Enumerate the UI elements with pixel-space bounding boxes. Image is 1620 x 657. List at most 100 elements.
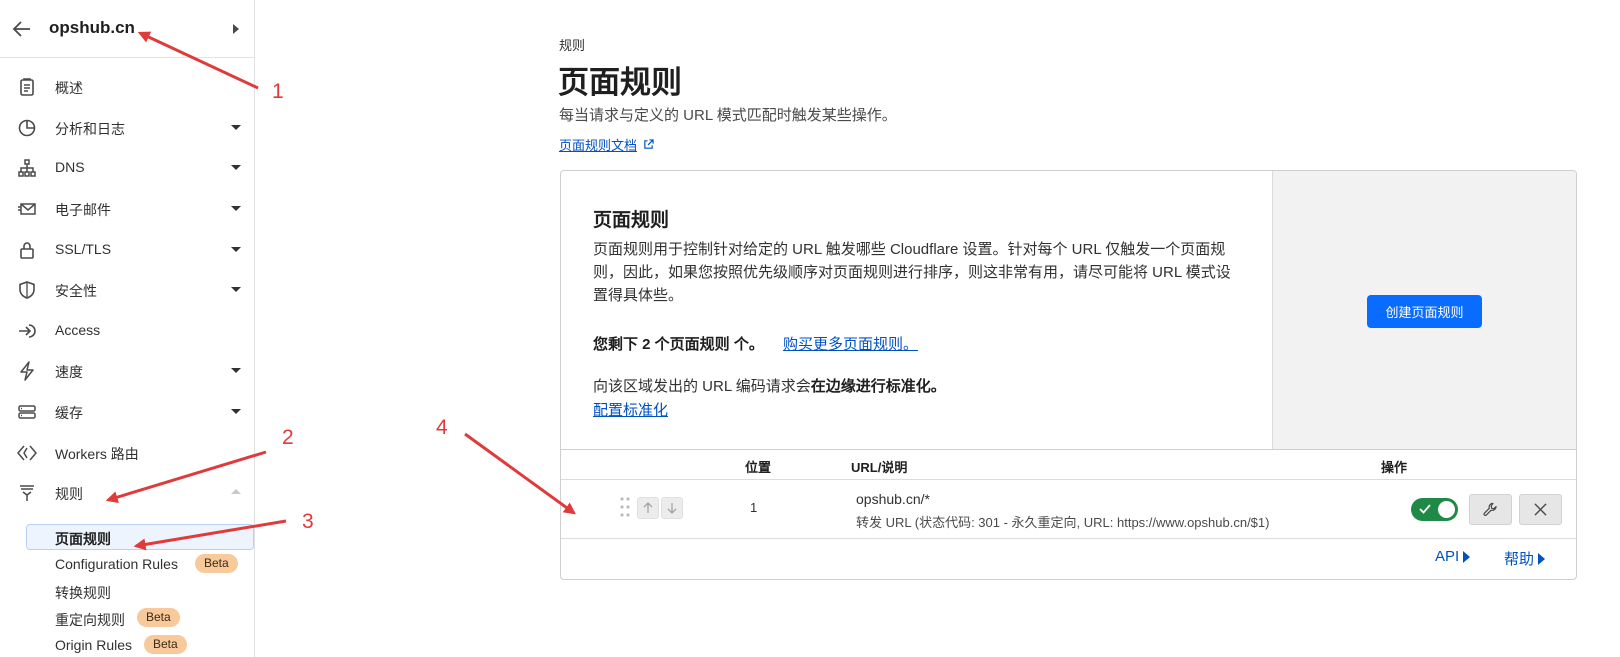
api-link-label: API [1435, 548, 1460, 565]
close-icon [1534, 503, 1547, 516]
toggle-knob [1438, 501, 1455, 518]
buy-more-rules-link[interactable]: 购买更多页面规则。 [783, 333, 918, 354]
help-link[interactable]: 帮助 [1504, 548, 1546, 569]
chart-pie-icon [17, 118, 37, 138]
sidebar-item-label: 安全性 [55, 283, 97, 299]
create-page-rule-button[interactable]: 创建页面规则 [1367, 295, 1482, 328]
beta-badge: Beta [195, 554, 238, 573]
sidebar-item-label: 概述 [55, 80, 83, 96]
sidebar-item-label: 速度 [55, 364, 83, 380]
configure-normalization-link[interactable]: 配置标准化 [593, 399, 668, 420]
sidebar-subitem-label: 重定向规则 [55, 612, 125, 628]
breadcrumb: 规则 [559, 38, 586, 53]
sidebar-item-label: 电子邮件 [55, 202, 111, 218]
normalization-text-strong: 在边缘进行标准化。 [810, 378, 946, 395]
email-icon [17, 199, 37, 219]
api-link[interactable]: API [1435, 548, 1471, 565]
back-arrow-icon[interactable] [12, 20, 32, 38]
sidebar-item-email[interactable]: 电子邮件 [0, 188, 254, 228]
access-icon [17, 321, 37, 341]
chevron-right-icon[interactable] [233, 24, 239, 34]
sidebar-item-label: Workers 路由 [55, 446, 139, 462]
rule-enabled-toggle[interactable] [1411, 498, 1458, 521]
external-link-icon [643, 139, 654, 150]
sidebar-subitem-label: Origin Rules [55, 637, 133, 653]
help-link-label: 帮助 [1504, 551, 1535, 568]
sidebar-item-ssl-tls[interactable]: SSL/TLS [0, 229, 254, 269]
arrow-down-icon [667, 503, 677, 514]
remaining-rules-text: 您剩下 2 个页面规则 个。 [593, 336, 764, 353]
column-header-actions: 操作 [1381, 460, 1408, 475]
page-rules-card: 页面规则 页面规则用于控制针对给定的 URL 触发哪些 Cloudflare 设… [560, 170, 1577, 580]
sidebar-item-workers-routes[interactable]: Workers 路由 [0, 432, 254, 472]
sidebar-item-dns[interactable]: DNS [0, 147, 254, 187]
table-header: 位置 URL/说明 操作 [561, 449, 1576, 480]
shield-icon [17, 280, 37, 300]
sidebar-item-label: 规则 [55, 486, 83, 502]
sidebar-subitem-label: 转换规则 [55, 585, 111, 601]
drag-handle-icon[interactable] [620, 496, 630, 518]
annotation-number-1: 1 [272, 80, 284, 103]
sidebar-item-label: Access [55, 322, 101, 338]
sidebar-subitem-label: Configuration Rules [55, 556, 178, 572]
sidebar-subitem-origin-rules[interactable]: Origin Rules Beta [26, 632, 254, 657]
sidebar-item-label: SSL/TLS [55, 241, 112, 257]
sidebar-subitem-page-rules[interactable]: 页面规则 [26, 524, 254, 550]
caret-right-icon [1538, 552, 1546, 565]
sidebar-item-label: 分析和日志 [55, 121, 125, 137]
sidebar-item-access[interactable]: Access [0, 310, 254, 350]
sidebar-item-security[interactable]: 安全性 [0, 269, 254, 309]
move-down-button[interactable] [661, 497, 683, 519]
sidebar-subitem-redirect-rules[interactable]: 重定向规则 Beta [26, 605, 254, 631]
sidebar: opshub.cn 概述 分析和日志 DNS 电子邮件 SSL/TLS 安全性 … [0, 0, 255, 657]
sidebar-item-label: DNS [55, 159, 85, 175]
page-title: 页面规则 [558, 65, 682, 100]
sidebar-item-overview[interactable]: 概述 [0, 66, 254, 106]
check-icon [1419, 504, 1431, 514]
caret-down-icon [231, 247, 241, 252]
docs-link-label: 页面规则文档 [559, 138, 638, 153]
zone-name[interactable]: opshub.cn [49, 18, 135, 38]
server-icon [17, 402, 37, 422]
page-description: 每当请求与定义的 URL 模式匹配时触发某些操作。 [559, 107, 897, 124]
annotation-number-4: 4 [436, 416, 448, 439]
card-action-panel: 创建页面规则 [1272, 171, 1576, 449]
sidebar-item-analytics[interactable]: 分析和日志 [0, 107, 254, 147]
sidebar-item-label: 缓存 [55, 405, 83, 421]
annotation-number-2: 2 [282, 426, 294, 449]
delete-rule-button[interactable] [1519, 494, 1562, 525]
rules-icon [17, 483, 37, 503]
sidebar-subitem-configuration-rules[interactable]: Configuration Rules Beta [26, 551, 254, 577]
beta-badge: Beta [144, 635, 187, 654]
annotation-number-3: 3 [302, 510, 314, 533]
sidebar-item-cache[interactable]: 缓存 [0, 391, 254, 431]
rule-url: opshub.cn/* [856, 491, 930, 507]
caret-down-icon [231, 206, 241, 211]
caret-down-icon [231, 409, 241, 414]
docs-link[interactable]: 页面规则文档 [559, 135, 654, 154]
table-row: 1 opshub.cn/* 转发 URL (状态代码: 301 - 永久重定向,… [561, 480, 1576, 539]
card-title: 页面规则 [593, 210, 670, 231]
sidebar-item-speed[interactable]: 速度 [0, 350, 254, 390]
caret-down-icon [231, 125, 241, 130]
annotation-arrow-4 [464, 432, 576, 515]
arrow-up-icon [643, 502, 653, 513]
wrench-icon [1483, 502, 1497, 517]
move-up-button[interactable] [637, 497, 659, 519]
zone-header: opshub.cn [0, 0, 254, 58]
lock-icon [17, 240, 37, 260]
lightning-icon [17, 361, 37, 381]
normalization-text-prefix: 向该区域发出的 URL 编码请求会 [593, 378, 811, 395]
caret-up-icon [231, 489, 241, 494]
column-header-url: URL/说明 [851, 460, 908, 475]
card-info: 页面规则 页面规则用于控制针对给定的 URL 触发哪些 Cloudflare 设… [561, 171, 1272, 449]
caret-down-icon [231, 165, 241, 170]
sidebar-subitem-transform-rules[interactable]: 转换规则 [26, 578, 254, 604]
caret-down-icon [231, 287, 241, 292]
edit-rule-button[interactable] [1469, 494, 1512, 525]
network-icon [17, 158, 37, 178]
caret-down-icon [231, 368, 241, 373]
sidebar-item-rules[interactable]: 规则 [0, 472, 254, 512]
column-header-position: 位置 [745, 460, 772, 475]
rule-description: 转发 URL (状态代码: 301 - 永久重定向, URL: https://… [856, 515, 1270, 530]
